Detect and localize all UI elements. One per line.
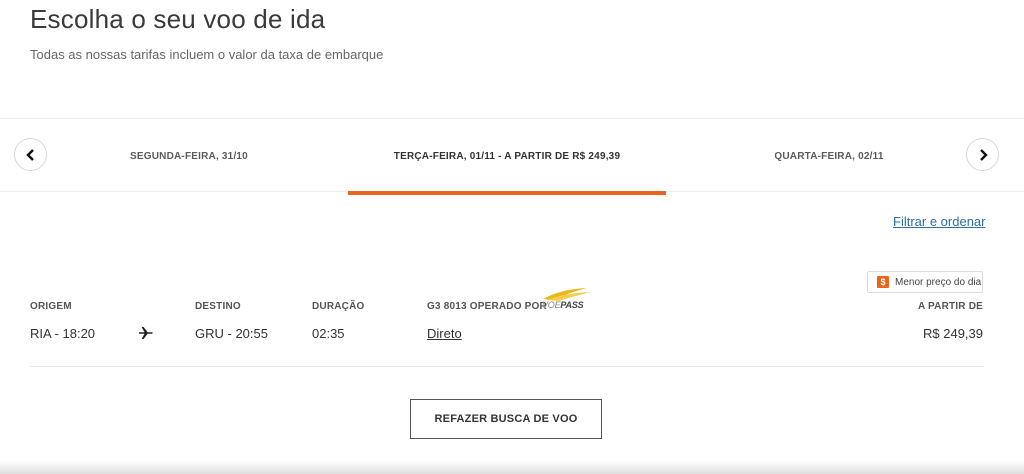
chevron-left-icon [25,148,34,161]
active-tab-indicator [348,191,666,195]
origin-value: RIA - 18:20 [30,326,96,341]
operator-label: G3 8013 OPERADO POR [427,301,547,312]
duration-value: 02:35 [312,326,345,341]
page-subtitle: Todas as nossas tarifas incluem o valor … [30,47,384,62]
airplane-icon [139,327,153,339]
voepass-wordmark: VOEPASS [542,300,584,310]
redo-search-button[interactable]: REFAZER BUSCA DE VOO [410,399,602,439]
stops-link[interactable]: Direto [427,326,462,341]
destination-value: GRU - 20:55 [195,326,268,341]
date-tab-current[interactable]: TERÇA-FEIRA, 01/11 - A PARTIR DE R$ 249,… [348,119,666,195]
date-tab-next[interactable]: QUARTA-FEIRA, 02/11 [700,119,958,193]
price-value[interactable]: R$ 249,39 [923,326,983,341]
filter-and-sort-link[interactable]: Filtrar e ordenar [893,214,985,229]
chevron-right-icon [979,148,988,161]
lowest-price-badge-label: Menor preço do dia [895,276,982,288]
page-title: Escolha o seu voo de ida [30,4,326,34]
price-from-label: A PARTIR DE [918,301,983,312]
destination-label: DESTINO [195,301,241,312]
lowest-price-badge: $ Menor preço do dia [867,271,983,293]
date-tab-previous[interactable]: SEGUNDA-FEIRA, 31/10 [60,119,318,193]
date-navigation: SEGUNDA-FEIRA, 31/10 TERÇA-FEIRA, 01/11 … [0,118,1024,195]
bottom-edge-shadow [0,460,1024,474]
dollar-icon: $ [877,276,889,288]
duration-label: DURAÇÃO [312,301,365,312]
origin-label: ORIGEM [30,301,72,312]
next-day-button[interactable] [966,138,999,171]
flight-row-divider [30,366,984,367]
previous-day-button[interactable] [14,138,47,171]
date-tab-current-label: TERÇA-FEIRA, 01/11 - A PARTIR DE R$ 249,… [393,150,621,162]
